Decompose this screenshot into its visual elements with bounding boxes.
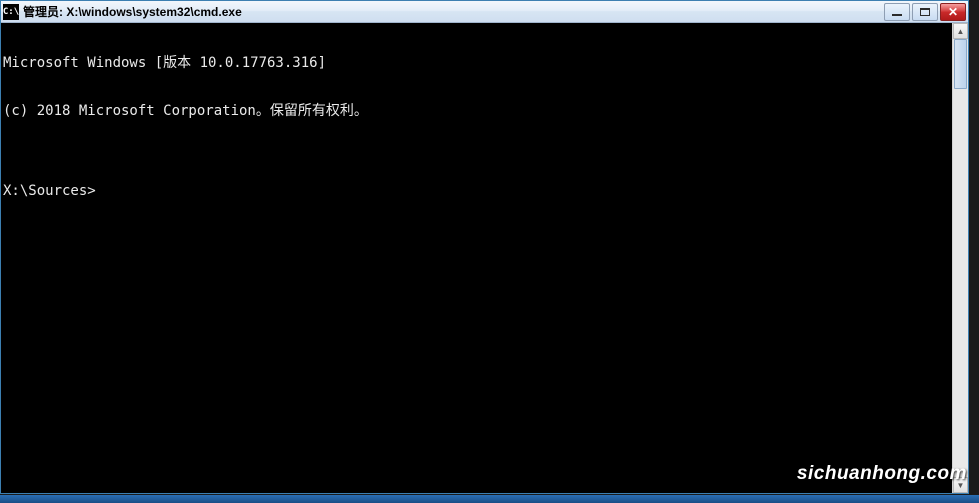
terminal-prompt: X:\Sources> [3, 183, 966, 199]
window-title: 管理员: X:\windows\system32\cmd.exe [23, 3, 882, 20]
terminal-area[interactable]: Microsoft Windows [版本 10.0.17763.316] (c… [1, 23, 968, 493]
minimize-icon [892, 14, 902, 16]
terminal-line-version: Microsoft Windows [版本 10.0.17763.316] [3, 55, 966, 71]
cmd-window: C:\ 管理员: X:\windows\system32\cmd.exe ✕ M… [0, 0, 969, 494]
window-controls: ✕ [882, 3, 966, 21]
cmd-icon: C:\ [3, 4, 19, 20]
titlebar[interactable]: C:\ 管理员: X:\windows\system32\cmd.exe ✕ [1, 1, 968, 23]
close-button[interactable]: ✕ [940, 3, 966, 21]
terminal-line-copyright: (c) 2018 Microsoft Corporation。保留所有权利。 [3, 103, 966, 119]
close-icon: ✕ [948, 6, 958, 18]
watermark-text: sichuanhong.com [797, 463, 967, 485]
maximize-icon [920, 8, 930, 16]
chevron-up-icon: ▲ [957, 27, 965, 36]
taskbar-strip [0, 495, 979, 503]
maximize-button[interactable] [912, 3, 938, 21]
scroll-thumb[interactable] [954, 39, 967, 89]
scroll-up-button[interactable]: ▲ [953, 23, 968, 39]
scroll-track[interactable] [953, 39, 968, 477]
vertical-scrollbar[interactable]: ▲ ▼ [952, 23, 968, 493]
minimize-button[interactable] [884, 3, 910, 21]
